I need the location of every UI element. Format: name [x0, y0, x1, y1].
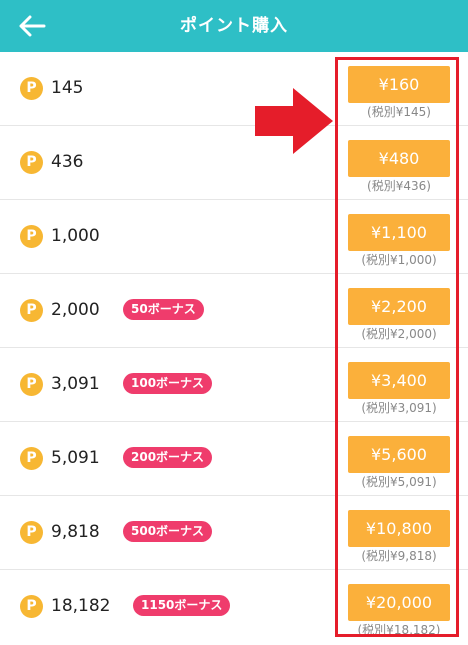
point-amount: 18,182 — [51, 596, 111, 616]
point-coin-icon: P — [20, 299, 43, 322]
tax-excluded-price: (税別¥145) — [367, 105, 431, 119]
package-row: P 1,000 ¥1,100 (税別¥1,000) — [0, 200, 468, 274]
point-amount: 145 — [51, 78, 84, 98]
tax-excluded-price: (税別¥1,000) — [361, 253, 437, 267]
point-amount: 436 — [51, 152, 84, 172]
point-package-list: P 145 ¥160 (税別¥145) P 436 ¥480 (税別¥436) … — [0, 52, 468, 644]
point-coin-icon: P — [20, 225, 43, 248]
app-header: ポイント購入 — [0, 0, 468, 52]
package-row: P 145 ¥160 (税別¥145) — [0, 52, 468, 126]
package-row: P 9,818 500ボーナス ¥10,800 (税別¥9,818) — [0, 496, 468, 570]
price-button[interactable]: ¥20,000 — [348, 584, 450, 621]
point-amount: 1,000 — [51, 226, 100, 246]
point-amount: 5,091 — [51, 448, 100, 468]
bonus-badge: 100ボーナス — [123, 373, 213, 394]
point-amount: 9,818 — [51, 522, 100, 542]
tax-excluded-price: (税別¥5,091) — [361, 475, 437, 489]
bonus-badge: 200ボーナス — [123, 447, 213, 468]
package-row: P 2,000 50ボーナス ¥2,200 (税別¥2,000) — [0, 274, 468, 348]
package-row: P 18,182 1150ボーナス ¥20,000 (税別¥18,182) — [0, 570, 468, 644]
bonus-badge: 50ボーナス — [123, 299, 204, 320]
point-coin-icon: P — [20, 77, 43, 100]
price-button[interactable]: ¥480 — [348, 140, 450, 177]
tax-excluded-price: (税別¥3,091) — [361, 401, 437, 415]
point-coin-icon: P — [20, 373, 43, 396]
tax-excluded-price: (税別¥9,818) — [361, 549, 437, 563]
tax-excluded-price: (税別¥436) — [367, 179, 431, 193]
price-button[interactable]: ¥160 — [348, 66, 450, 103]
point-coin-icon: P — [20, 521, 43, 544]
price-button[interactable]: ¥5,600 — [348, 436, 450, 473]
point-coin-icon: P — [20, 595, 43, 618]
point-amount: 2,000 — [51, 300, 100, 320]
point-coin-icon: P — [20, 447, 43, 470]
price-button[interactable]: ¥10,800 — [348, 510, 450, 547]
package-row: P 436 ¥480 (税別¥436) — [0, 126, 468, 200]
price-button[interactable]: ¥3,400 — [348, 362, 450, 399]
page-title: ポイント購入 — [180, 16, 288, 36]
tax-excluded-price: (税別¥18,182) — [357, 623, 441, 637]
price-button[interactable]: ¥2,200 — [348, 288, 450, 325]
tax-excluded-price: (税別¥2,000) — [361, 327, 437, 341]
price-button[interactable]: ¥1,100 — [348, 214, 450, 251]
package-row: P 3,091 100ボーナス ¥3,400 (税別¥3,091) — [0, 348, 468, 422]
point-amount: 3,091 — [51, 374, 100, 394]
pointer-arrow-icon — [255, 88, 333, 154]
bonus-badge: 500ボーナス — [123, 521, 213, 542]
point-coin-icon: P — [20, 151, 43, 174]
package-row: P 5,091 200ボーナス ¥5,600 (税別¥5,091) — [0, 422, 468, 496]
bonus-badge: 1150ボーナス — [133, 595, 231, 616]
